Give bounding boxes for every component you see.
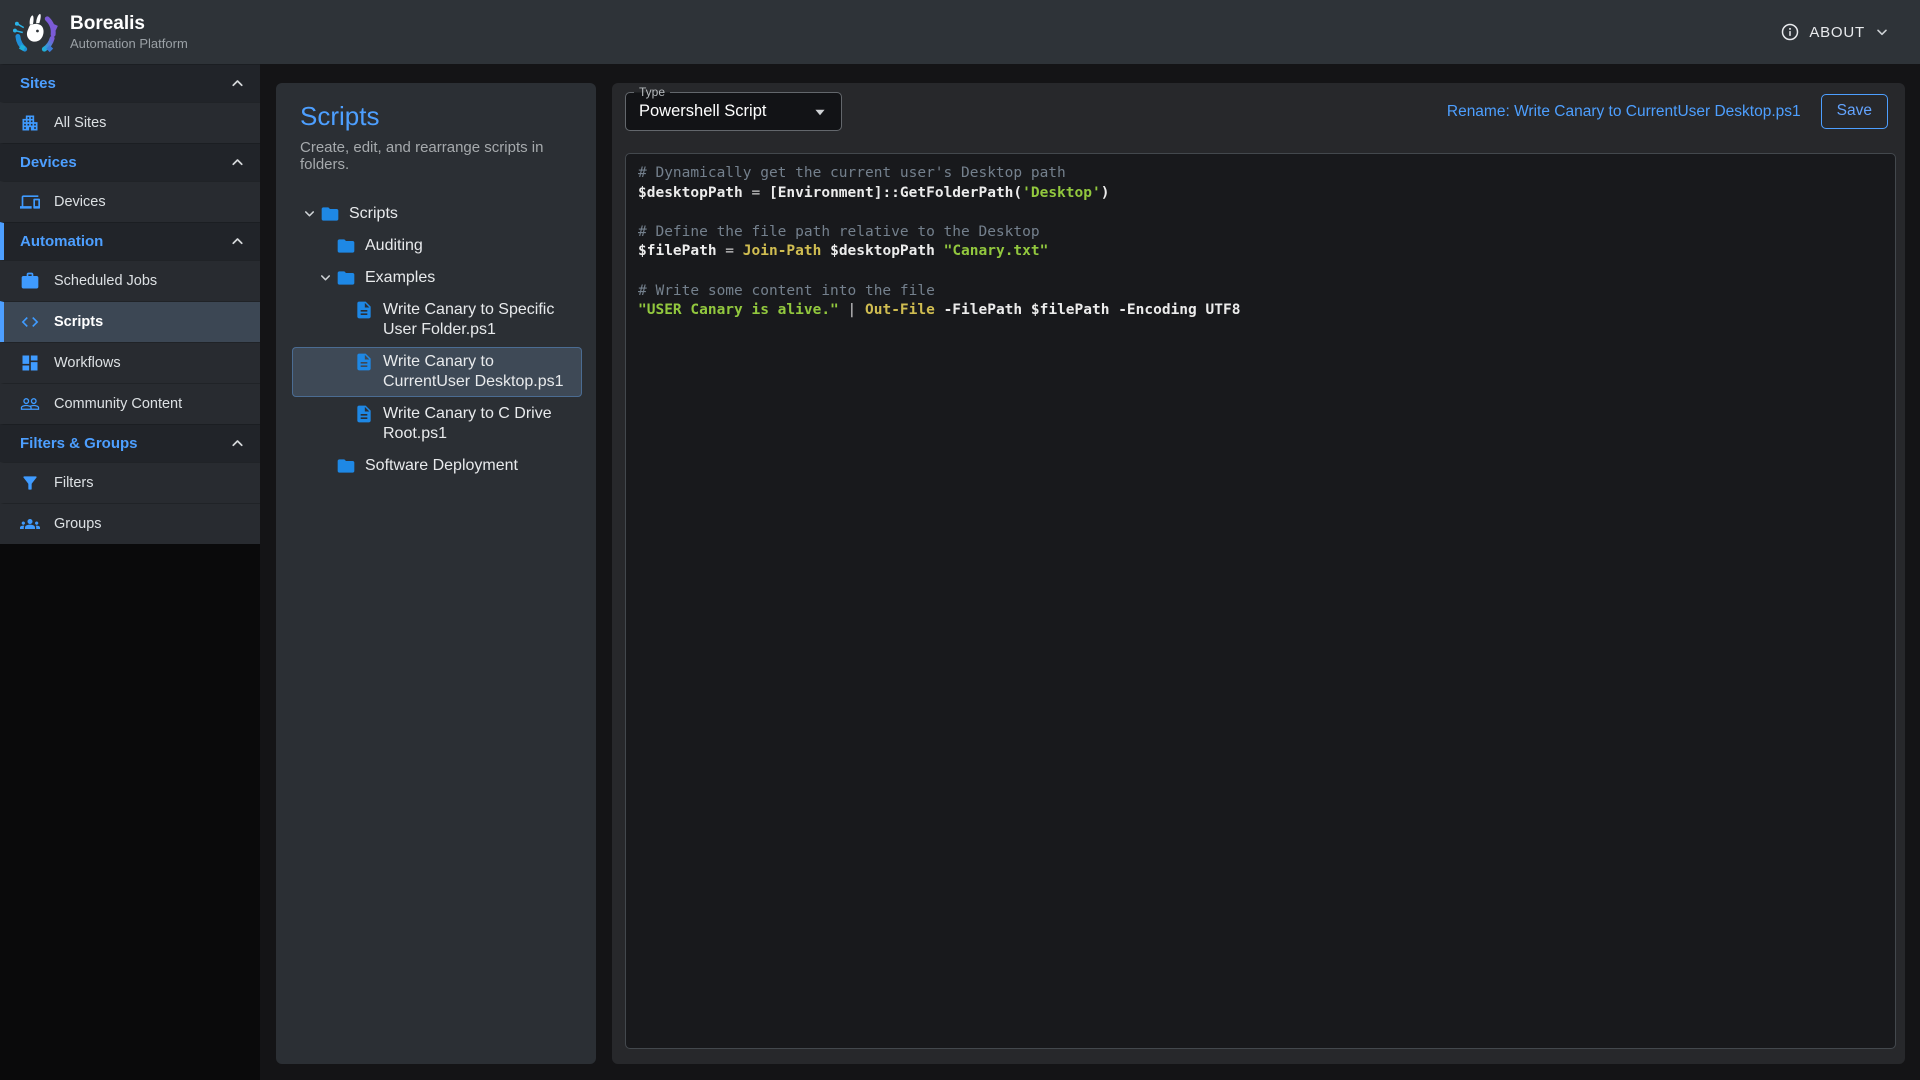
tree-file-write-canary-to-specific-user-folder-ps1[interactable]: Write Canary to Specific User Folder.ps1 [292,295,582,345]
folder-icon [320,204,340,224]
rename-link[interactable]: Rename: Write Canary to CurrentUser Desk… [1447,103,1801,121]
chevron-up-icon [229,435,246,452]
sidebar-item-label: Scheduled Jobs [54,273,157,289]
sidebar-item-label: Workflows [54,355,121,371]
dropdown-caret-icon [809,101,831,123]
briefcase-icon [20,271,40,291]
sidebar-item-workflows[interactable]: Workflows [0,342,260,383]
tree-file-write-canary-to-c-drive-root-ps1[interactable]: Write Canary to C Drive Root.ps1 [292,399,582,449]
sidebar-item-label: Community Content [54,396,182,412]
code-line [638,262,1883,282]
folder-icon [336,456,356,476]
code-line: # Define the file path relative to the D… [638,223,1883,243]
borealis-rabbit-logo-icon [12,9,59,56]
sidebar-section-devices[interactable]: Devices [0,143,260,181]
building-icon [20,113,40,133]
sidebar: Sites All Sites Devices Devices Automation Sc… [0,64,260,1080]
sidebar-item-community-content[interactable]: Community Content [0,383,260,424]
about-label: ABOUT [1809,24,1865,41]
code-editor[interactable]: # Dynamically get the current user's Des… [625,153,1896,1049]
file-icon [354,352,374,372]
tree-folder-scripts[interactable]: Scripts [292,199,582,229]
tree-folder-software-deployment[interactable]: Software Deployment [292,451,582,481]
chevron-up-icon [229,154,246,171]
code-line: "USER Canary is alive." | Out-File -File… [638,301,1883,321]
page-title: Scripts [300,101,586,132]
sidebar-item-label: All Sites [54,115,106,131]
tree-item-label: Write Canary to CurrentUser Desktop.ps1 [383,352,578,392]
code-line: # Write some content into the file [638,282,1883,302]
sidebar-item-label: Scripts [54,314,103,330]
tree-item-label: Scripts [349,204,398,224]
tree-item-label: Examples [365,268,435,288]
brand: Borealis Automation Platform [12,9,188,56]
scripts-tree: Scripts Auditing Examples Write Canary to S… [292,199,582,481]
sidebar-item-label: Filters [54,475,93,491]
people-icon [20,394,40,414]
file-icon [354,300,374,320]
chevron-down-icon [1874,24,1890,40]
file-icon [354,404,374,424]
tree-folder-auditing[interactable]: Auditing [292,231,582,261]
tree-item-label: Write Canary to C Drive Root.ps1 [383,404,578,444]
sidebar-section-automation[interactable]: Automation [0,222,260,260]
sidebar-section-label: Sites [20,75,229,92]
scripts-tree-panel: Scripts Create, edit, and rearrange scri… [276,83,596,1064]
sidebar-item-all-sites[interactable]: All Sites [0,102,260,143]
app-subtitle: Automation Platform [70,36,188,51]
chevron-up-icon [229,233,246,250]
chevron-up-icon [229,75,246,92]
chevron-down-icon[interactable] [298,206,320,221]
sidebar-section-label: Automation [20,233,229,250]
devices-icon [20,192,40,212]
groups-icon [20,514,40,534]
about-button[interactable]: ABOUT [1780,22,1890,42]
sidebar-item-label: Groups [54,516,102,532]
code-icon [20,312,40,332]
sidebar-item-scripts[interactable]: Scripts [0,301,260,342]
script-editor-panel: Type Powershell Script Rename: Write Can… [612,83,1905,1064]
sidebar-section-filters-groups[interactable]: Filters & Groups [0,424,260,462]
topbar: Borealis Automation Platform ABOUT [0,0,1920,64]
code-line: # Dynamically get the current user's Des… [638,164,1883,184]
script-type-select[interactable]: Type Powershell Script [625,92,842,131]
tree-file-write-canary-to-currentuser-desktop-ps1[interactable]: Write Canary to CurrentUser Desktop.ps1 [292,347,582,397]
sidebar-item-groups[interactable]: Groups [0,503,260,544]
save-button[interactable]: Save [1821,94,1888,129]
sidebar-item-label: Devices [54,194,106,210]
editor-toolbar: Type Powershell Script Rename: Write Can… [612,83,1905,131]
sidebar-section-label: Devices [20,154,229,171]
sidebar-item-devices[interactable]: Devices [0,181,260,222]
code-line: $filePath = Join-Path $desktopPath "Cana… [638,242,1883,262]
dashboard-icon [20,353,40,373]
type-select-value: Powershell Script [639,102,809,121]
info-icon [1780,22,1800,42]
main-area: Scripts Create, edit, and rearrange scri… [260,64,1920,1080]
code-line [638,203,1883,223]
sidebar-section-label: Filters & Groups [20,435,229,452]
sidebar-item-scheduled-jobs[interactable]: Scheduled Jobs [0,260,260,301]
tree-folder-examples[interactable]: Examples [292,263,582,293]
code-line: $desktopPath = [Environment]::GetFolderP… [638,184,1883,204]
tree-item-label: Auditing [365,236,423,256]
chevron-down-icon[interactable] [314,270,336,285]
folder-icon [336,236,356,256]
tree-item-label: Write Canary to Specific User Folder.ps1 [383,300,578,340]
app-name: Borealis [70,13,188,35]
filter-icon [20,473,40,493]
type-select-label: Type [634,85,670,99]
folder-icon [336,268,356,288]
page-subtitle: Create, edit, and rearrange scripts in f… [300,139,586,173]
sidebar-item-filters[interactable]: Filters [0,462,260,503]
sidebar-section-sites[interactable]: Sites [0,64,260,102]
tree-item-label: Software Deployment [365,456,518,476]
